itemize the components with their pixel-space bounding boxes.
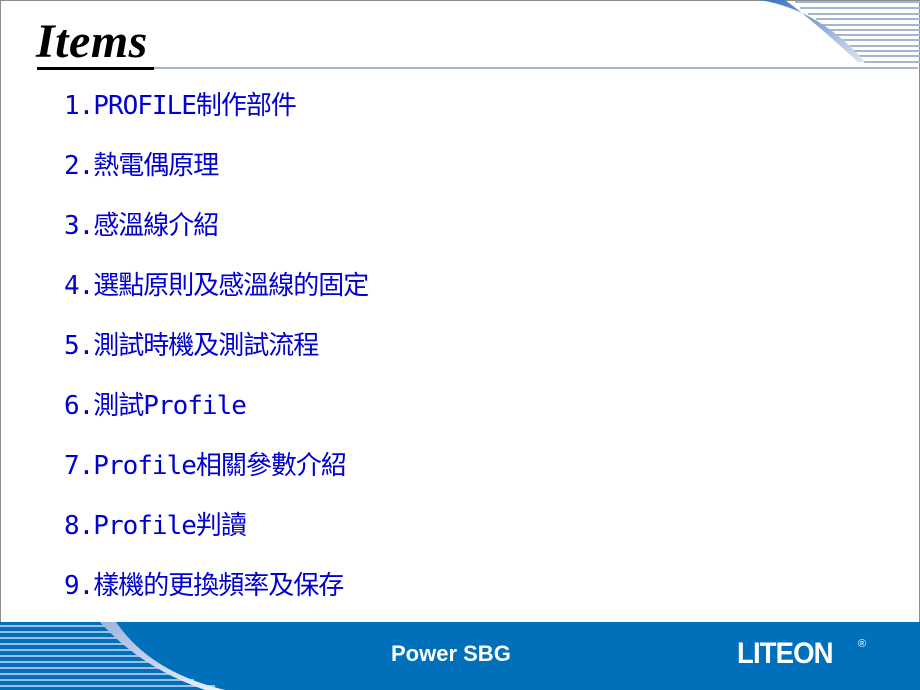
list-item: 2.熱電偶原理 bbox=[64, 151, 219, 181]
stripe-lines bbox=[795, 1, 920, 63]
list-item: 8.Profile判讀 bbox=[64, 511, 247, 541]
top-right-decoration bbox=[760, 0, 920, 63]
list-item: 1.PROFILE制作部件 bbox=[64, 91, 297, 121]
slide-title: Items bbox=[36, 15, 148, 68]
list-item: 6.測試Profile bbox=[64, 391, 247, 421]
footer-label: Power SBG bbox=[391, 641, 511, 666]
list-item: 3.感溫線介紹 bbox=[64, 211, 219, 241]
title-divider-line bbox=[92, 67, 918, 69]
list-item: 5.測試時機及測試流程 bbox=[64, 331, 319, 361]
liteon-logo: LITEON bbox=[737, 637, 834, 670]
list-item: 9.樣機的更換頻率及保存 bbox=[64, 571, 344, 601]
footer-bar: Power SBG LITEON ® bbox=[0, 622, 920, 690]
footer-stripe-decoration bbox=[0, 622, 225, 690]
title-underline bbox=[37, 67, 154, 70]
list-item: 7.Profile相關參數介紹 bbox=[64, 451, 347, 481]
items-list: 1.PROFILE制作部件 2.熱電偶原理 3.感溫線介紹 4.選點原則及感溫線… bbox=[64, 84, 369, 624]
registered-mark: ® bbox=[858, 638, 867, 650]
list-item: 4.選點原則及感溫線的固定 bbox=[64, 271, 369, 301]
